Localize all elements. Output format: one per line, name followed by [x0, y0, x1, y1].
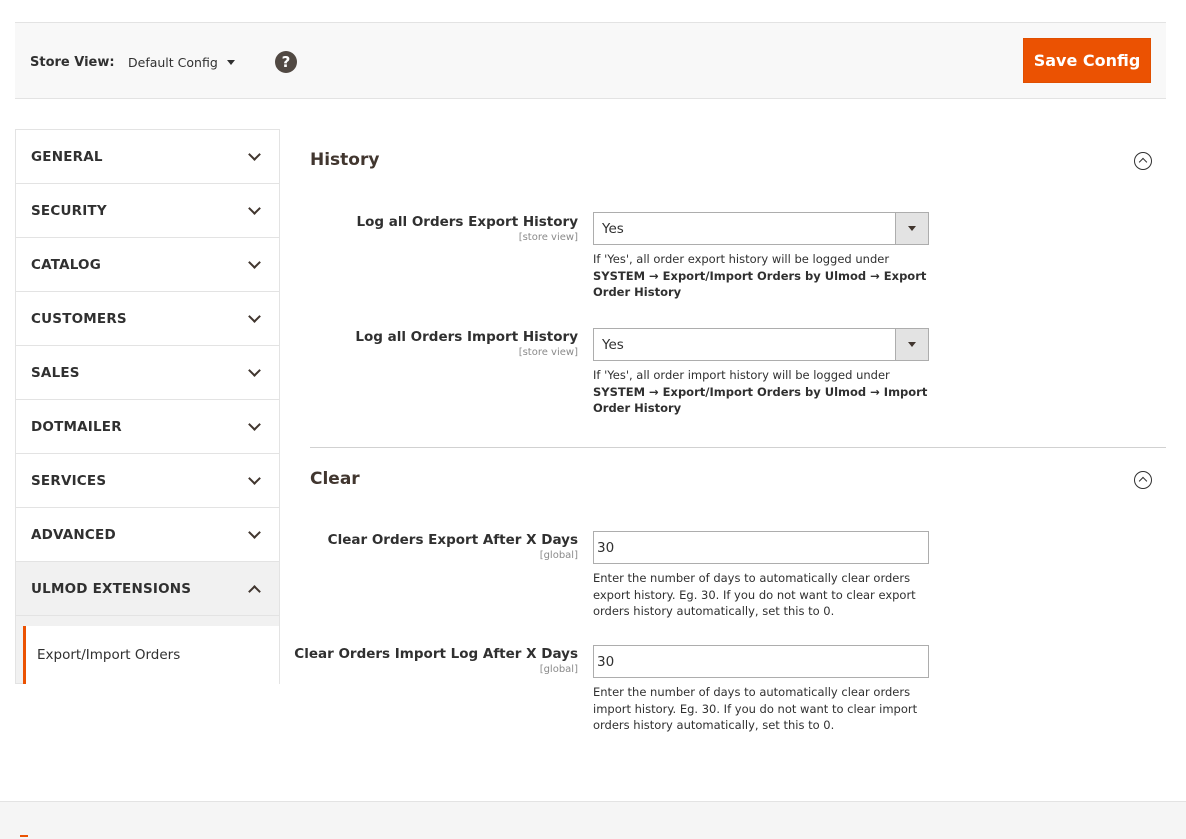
sidebar-item-label: SALES [31, 365, 80, 381]
clear-export-days-note: Enter the number of days to automaticall… [593, 571, 916, 618]
select-value: Yes [602, 221, 624, 237]
chevron-down-icon [248, 364, 261, 377]
clear-import-days-input[interactable] [593, 645, 929, 678]
config-sidebar: GENERAL SECURITY CATALOG CUSTOMERS SALES… [15, 129, 280, 684]
store-view-bar: Store View: Default Config ? Save Config [15, 22, 1166, 99]
log-export-history-select[interactable]: Yes [593, 212, 929, 245]
scope-label: [store view] [518, 347, 578, 358]
section-divider [310, 447, 1166, 448]
scope-label: [global] [539, 664, 578, 675]
chevron-down-icon [248, 256, 261, 269]
sidebar-item-catalog[interactable]: CATALOG [15, 237, 280, 291]
sidebar-item-sales[interactable]: SALES [15, 345, 280, 399]
scope-label: [store view] [518, 232, 578, 243]
collapse-up-icon[interactable] [1134, 471, 1152, 489]
sidebar-item-customers[interactable]: CUSTOMERS [15, 291, 280, 345]
clear-export-days-input[interactable] [593, 531, 929, 564]
chevron-down-icon [248, 148, 261, 161]
log-import-history-note: If 'Yes', all order import history will … [593, 368, 928, 415]
history-section-title[interactable]: History [310, 150, 379, 170]
select-value: Yes [602, 337, 624, 353]
sidebar-item-label: ADVANCED [31, 527, 116, 543]
dropdown-arrow-icon [895, 329, 928, 360]
chevron-down-icon [248, 526, 261, 539]
help-icon[interactable]: ? [275, 51, 297, 73]
sidebar-item-label: CATALOG [31, 257, 101, 273]
page-footer [0, 801, 1186, 839]
sidebar-item-ulmod-extensions[interactable]: ULMOD EXTENSIONS [15, 561, 280, 615]
clear-export-days-label: Clear Orders Export After X Days [327, 532, 578, 548]
sidebar-item-label: ULMOD EXTENSIONS [31, 581, 192, 597]
log-import-history-label: Log all Orders Import History [355, 329, 578, 345]
sidebar-subitem-export-import-orders[interactable]: Export/Import Orders [23, 626, 279, 684]
chevron-down-icon [248, 202, 261, 215]
sidebar-item-label: SECURITY [31, 203, 107, 219]
clear-section-title[interactable]: Clear [310, 469, 360, 489]
clear-import-days-note: Enter the number of days to automaticall… [593, 685, 918, 732]
sidebar-item-label: SERVICES [31, 473, 107, 489]
save-config-button[interactable]: Save Config [1023, 38, 1151, 83]
store-view-switcher[interactable]: Default Config [128, 55, 235, 70]
log-export-history-note: If 'Yes', all order export history will … [593, 252, 927, 299]
sidebar-item-advanced[interactable]: ADVANCED [15, 507, 280, 561]
log-import-history-select[interactable]: Yes [593, 328, 929, 361]
sidebar-item-label: CUSTOMERS [31, 311, 127, 327]
magento-logo-icon [20, 835, 28, 839]
sidebar-item-label: GENERAL [31, 149, 103, 165]
clear-import-days-label: Clear Orders Import Log After X Days [294, 646, 578, 662]
chevron-down-icon [248, 310, 261, 323]
chevron-down-icon [248, 472, 261, 485]
store-view-value: Default Config [128, 55, 218, 70]
log-export-history-label: Log all Orders Export History [356, 214, 578, 230]
chevron-up-icon [248, 585, 261, 598]
sidebar-item-dotmailer[interactable]: DOTMAILER [15, 399, 280, 453]
dropdown-arrow-icon [895, 213, 928, 244]
sidebar-subsection: Export/Import Orders [15, 615, 280, 684]
sidebar-subitem-label: Export/Import Orders [37, 647, 181, 663]
sidebar-item-security[interactable]: SECURITY [15, 183, 280, 237]
chevron-down-icon [248, 418, 261, 431]
caret-down-icon [226, 60, 235, 65]
store-view-label: Store View: [30, 55, 115, 70]
sidebar-item-services[interactable]: SERVICES [15, 453, 280, 507]
scope-label: [global] [539, 550, 578, 561]
collapse-up-icon[interactable] [1134, 152, 1152, 170]
sidebar-item-label: DOTMAILER [31, 419, 122, 435]
sidebar-item-general[interactable]: GENERAL [15, 129, 280, 183]
